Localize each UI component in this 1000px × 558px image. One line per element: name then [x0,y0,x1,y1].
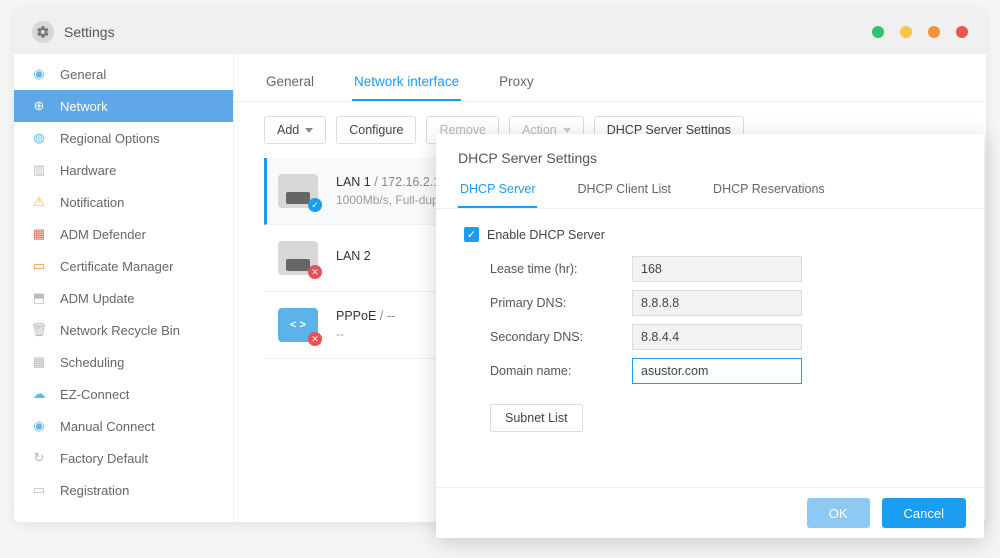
sidebar-item-registration[interactable]: ▭ Registration [14,474,233,506]
sidebar-item-notification[interactable]: ⚠ Notification [14,186,233,218]
lease-time-input[interactable] [632,256,802,282]
cancel-button[interactable]: Cancel [882,498,966,528]
sidebar-item-label: General [60,67,106,82]
sidebar-item-network[interactable]: ⊕ Network [14,90,233,122]
configure-button[interactable]: Configure [336,116,416,144]
defender-icon: ▦ [30,225,48,243]
traffic-yellow-icon[interactable] [900,26,912,38]
globe-icon: ◍ [30,129,48,147]
network-icon: ⊕ [30,97,48,115]
sidebar-item-adm-update[interactable]: ⬒ ADM Update [14,282,233,314]
enable-dhcp-label: Enable DHCP Server [487,228,605,242]
window-title: Settings [64,24,115,40]
add-button[interactable]: Add [264,116,326,144]
sidebar-item-adm-defender[interactable]: ▦ ADM Defender [14,218,233,250]
sidebar-item-scheduling[interactable]: ▦ Scheduling [14,346,233,378]
sidebar-item-label: Network [60,99,108,114]
sidebar-item-certificate[interactable]: ▭ Certificate Manager [14,250,233,282]
dialog-body: ✓ Enable DHCP Server Lease time (hr): Pr… [436,209,984,487]
sidebar-item-manual-connect[interactable]: ◉ Manual Connect [14,410,233,442]
chevron-down-icon [305,128,313,133]
lease-time-label: Lease time (hr): [464,262,632,276]
checkbox-checked-icon[interactable]: ✓ [464,227,479,242]
tab-proxy[interactable]: Proxy [497,68,536,101]
domain-name-label: Domain name: [464,364,632,378]
domain-name-input[interactable] [632,358,802,384]
status-ok-icon: ✓ [308,198,322,212]
dialog-tabs: DHCP Server DHCP Client List DHCP Reserv… [436,176,984,209]
secondary-dns-label: Secondary DNS: [464,330,632,344]
sidebar-item-label: Network Recycle Bin [60,323,180,338]
settings-app-icon [32,21,54,43]
cloud-icon: ☁ [30,385,48,403]
secondary-dns-input[interactable] [632,324,802,350]
hardware-icon: ▥ [30,161,48,179]
sidebar-item-label: Scheduling [60,355,124,370]
nic-name: LAN 2 [336,249,371,263]
sidebar-item-label: ADM Defender [60,227,146,242]
nic-details: -- [336,327,395,341]
sidebar-item-recycle-bin[interactable]: 🗑 Network Recycle Bin [14,314,233,346]
ethernet-port-icon: ✓ [278,174,318,208]
sidebar-item-label: Regional Options [60,131,160,146]
certificate-icon: ▭ [30,257,48,275]
sidebar: ◉ General ⊕ Network ◍ Regional Options ▥ Har… [14,54,234,522]
sidebar-item-label: EZ-Connect [60,387,129,402]
tab-network-interface[interactable]: Network interface [352,68,461,101]
notification-icon: ⚠ [30,193,48,211]
registration-icon: ▭ [30,481,48,499]
traffic-red-icon[interactable] [956,26,968,38]
sidebar-item-factory-default[interactable]: ↻ Factory Default [14,442,233,474]
ok-button[interactable]: OK [807,498,870,528]
nic-name: LAN 1 [336,175,371,189]
primary-dns-input[interactable] [632,290,802,316]
window-traffic-lights [872,26,968,38]
subnet-list-button[interactable]: Subnet List [490,404,583,432]
tab-dhcp-server[interactable]: DHCP Server [458,176,537,208]
recycle-icon: 🗑 [30,321,48,339]
tab-dhcp-reservations[interactable]: DHCP Reservations [711,176,827,208]
tab-dhcp-client-list[interactable]: DHCP Client List [575,176,673,208]
sidebar-item-hardware[interactable]: ▥ Hardware [14,154,233,186]
dialog-footer: OK Cancel [436,487,984,538]
sidebar-item-ez-connect[interactable]: ☁ EZ-Connect [14,378,233,410]
dhcp-settings-dialog: DHCP Server Settings DHCP Server DHCP Cl… [436,134,984,538]
primary-dns-label: Primary DNS: [464,296,632,310]
reset-icon: ↻ [30,449,48,467]
chevron-down-icon [563,128,571,133]
sidebar-item-label: Notification [60,195,124,210]
globe2-icon: ◉ [30,417,48,435]
nic-ip: -- [387,309,395,323]
enable-dhcp-row[interactable]: ✓ Enable DHCP Server [464,227,956,242]
sidebar-item-label: Manual Connect [60,419,155,434]
sidebar-item-general[interactable]: ◉ General [14,58,233,90]
nic-name: PPPoE [336,309,376,323]
dialog-title: DHCP Server Settings [436,134,984,176]
traffic-orange-icon[interactable] [928,26,940,38]
sidebar-item-regional[interactable]: ◍ Regional Options [14,122,233,154]
titlebar: Settings [14,10,986,54]
pppoe-icon: ✕ [278,308,318,342]
main-tabs: General Network interface Proxy [234,68,986,102]
traffic-green-icon[interactable] [872,26,884,38]
tab-general[interactable]: General [264,68,316,101]
sidebar-item-label: ADM Update [60,291,134,306]
calendar-icon: ▦ [30,353,48,371]
ethernet-port-icon: ✕ [278,241,318,275]
status-error-icon: ✕ [308,332,322,346]
sidebar-item-label: Hardware [60,163,116,178]
update-icon: ⬒ [30,289,48,307]
general-icon: ◉ [30,65,48,83]
sidebar-item-label: Registration [60,483,129,498]
sidebar-item-label: Factory Default [60,451,148,466]
status-error-icon: ✕ [308,265,322,279]
sidebar-item-label: Certificate Manager [60,259,173,274]
